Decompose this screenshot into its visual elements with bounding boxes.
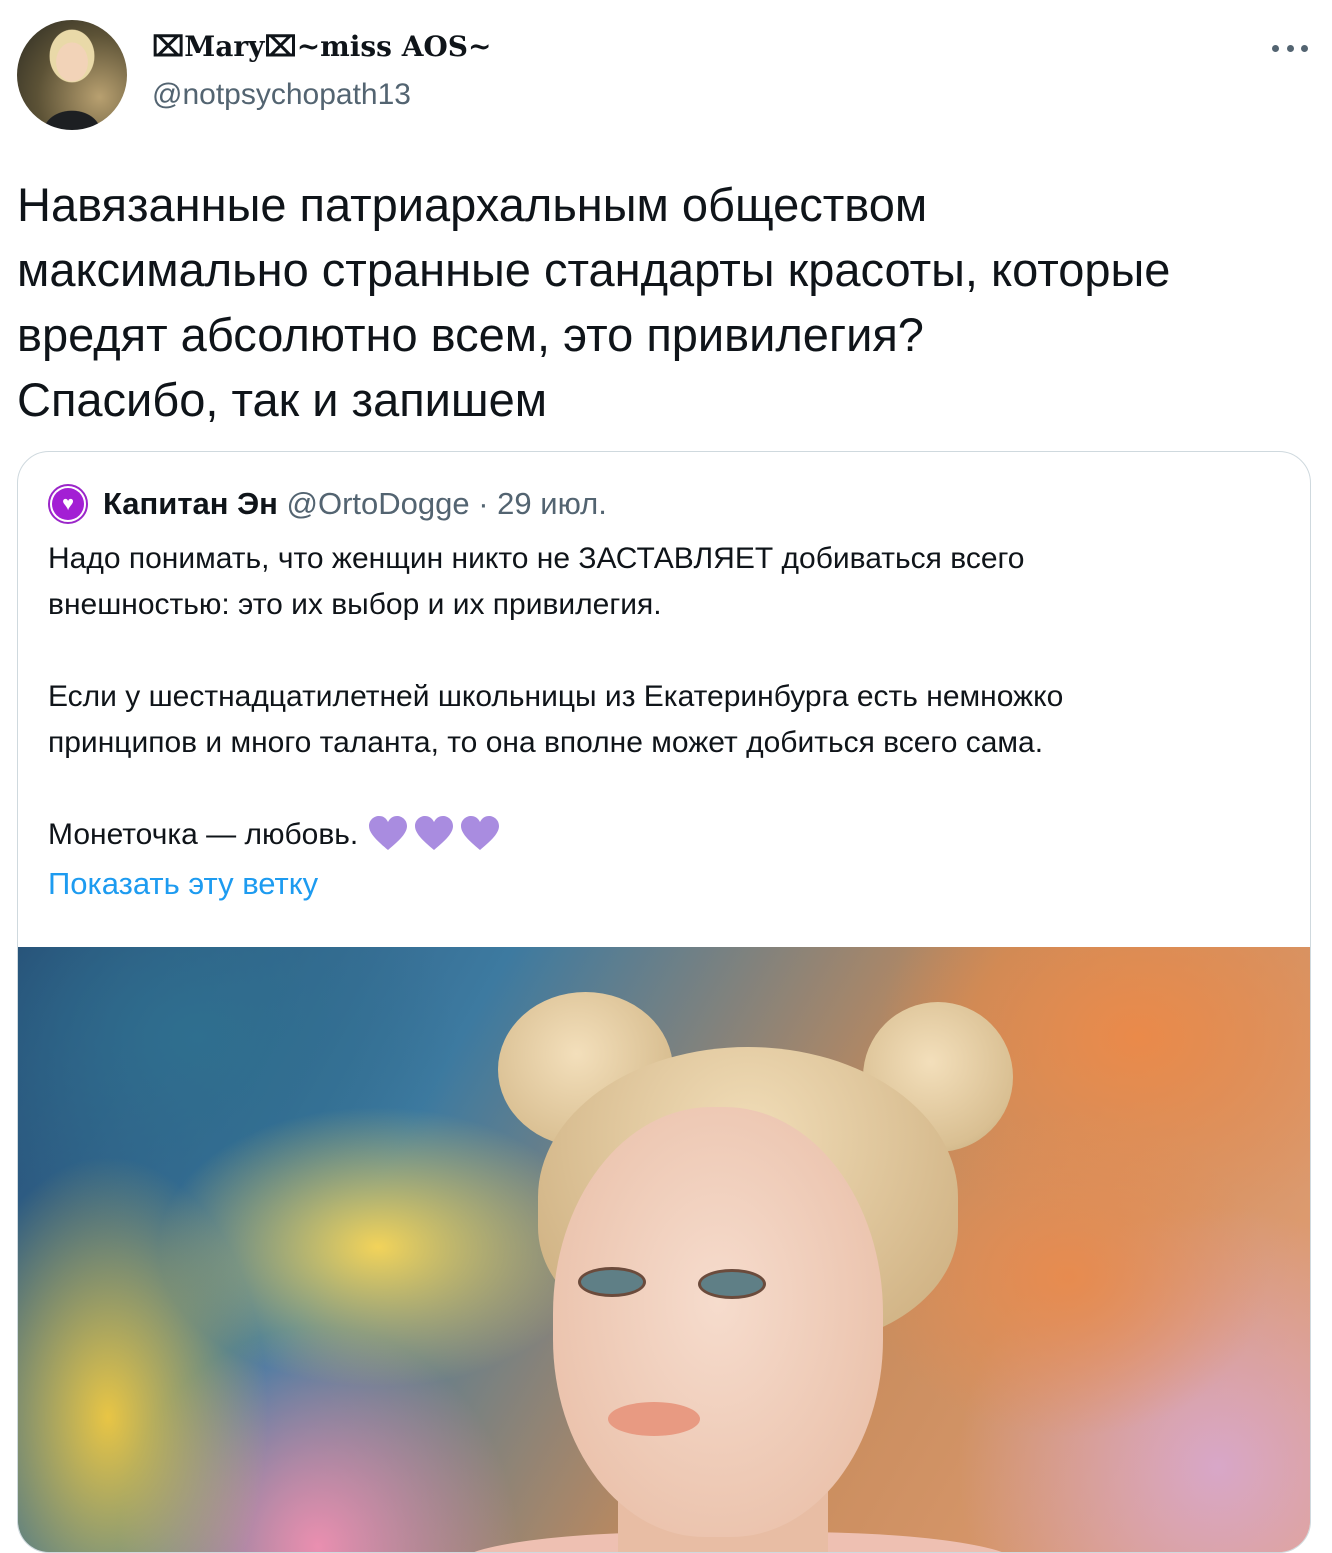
quote-closing: Монеточка — любовь. [48,812,1278,858]
quote-body: Надо понимать, что женщин никто не ЗАСТА… [48,536,1278,858]
quote-author-name[interactable]: Капитан Эн [103,486,278,521]
more-options-icon[interactable] [1272,36,1308,60]
quote-paragraph: Если у шестнадцатилетней школьницы из Ек… [48,674,1278,766]
tweet-text-line: вредят абсолютно всем, это привилегия? [17,308,924,361]
quote-closing-text: Монеточка — любовь. [48,818,359,851]
quoted-tweet-card[interactable]: ♥ Капитан Эн @OrtoDogge · 29 июл. Надо п… [17,451,1311,1553]
purple-heart-icon [415,816,454,850]
quote-author-handle[interactable]: @OrtoDogge [286,486,469,521]
quote-header: Капитан Эн @OrtoDogge · 29 июл. [103,486,607,522]
lips [608,1402,700,1436]
quote-line: внешностью: это их выбор и их привилегия… [48,588,662,621]
purple-heart-avatar-icon: ♥ [52,488,84,520]
quote-date[interactable]: 29 июл. [497,486,607,521]
eye-right [698,1269,766,1299]
tweet-text: Навязанные патриархальным обществом макс… [17,172,1317,432]
tweet-text-line: Спасибо, так и запишем [17,373,548,426]
quote-separator: · [478,486,489,521]
more-dot [1286,44,1294,52]
quote-avatar[interactable]: ♥ [48,484,88,524]
purple-heart-icon [461,816,500,850]
eye-left [578,1267,646,1297]
show-thread-link[interactable]: Показать эту ветку [48,866,318,902]
purple-heart-icon [369,816,408,850]
quote-media-image[interactable] [18,947,1310,1552]
quote-line: принципов и много таланта, то она вполне… [48,726,1044,759]
more-dot [1272,44,1279,52]
quote-line: Если у шестнадцатилетней школьницы из Ек… [48,680,1064,713]
tweet-text-line: Навязанные патриархальным обществом [17,178,928,231]
profile-avatar[interactable] [17,20,127,130]
author-handle[interactable]: @notpsychopath13 [152,78,411,112]
tweet-text-line: максимально странные стандарты красоты, … [17,243,1171,296]
quote-line: Надо понимать, что женщин никто не ЗАСТА… [48,542,1025,575]
face [553,1107,883,1537]
more-dot [1301,44,1308,52]
quote-paragraph: Надо понимать, что женщин никто не ЗАСТА… [48,536,1278,628]
author-name[interactable]: ⌧Mary⌧~miss AOS~ [152,30,492,63]
